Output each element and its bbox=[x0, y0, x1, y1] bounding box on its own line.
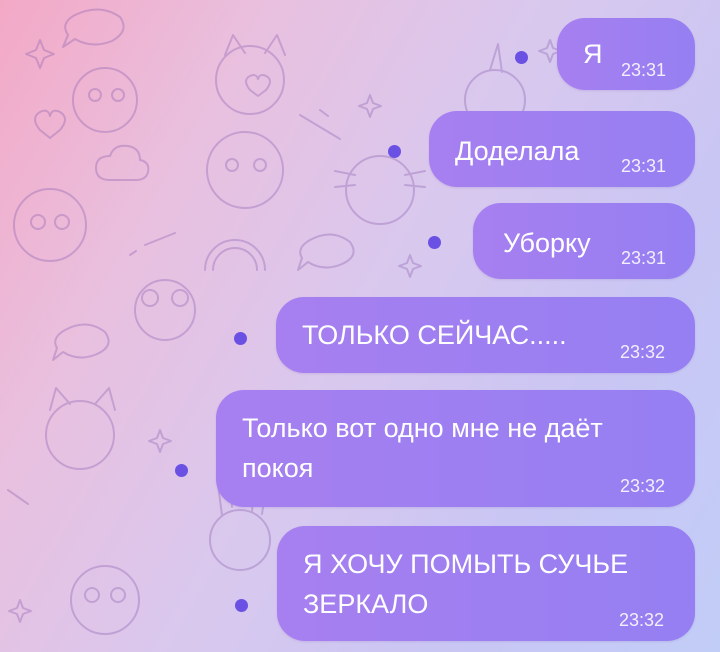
message-time: 23:31 bbox=[621, 156, 667, 176]
message-text: Доделала bbox=[455, 136, 580, 166]
message-text: Уборку bbox=[503, 228, 591, 258]
unread-dot bbox=[515, 51, 528, 64]
message-text: Только вот одно мне не даёт покоя bbox=[242, 413, 603, 483]
message-text: Я ХОЧУ ПОМЫТЬ СУЧЬЕ ЗЕРКАЛО bbox=[303, 549, 629, 619]
unread-dot bbox=[428, 236, 441, 249]
message-bubble[interactable]: Доделала 23:31 bbox=[429, 111, 695, 187]
message-bubble[interactable]: Уборку 23:31 bbox=[473, 203, 695, 279]
message-time: 23:32 bbox=[620, 342, 666, 362]
chat-message-list[interactable]: Я 23:31 Доделала 23:31 Уборку 23:31 ТОЛЬ… bbox=[0, 0, 720, 652]
message-bubble[interactable]: Я ХОЧУ ПОМЫТЬ СУЧЬЕ ЗЕРКАЛО 23:32 bbox=[277, 526, 695, 641]
message-time: 23:32 bbox=[620, 476, 666, 496]
message-time: 23:32 bbox=[619, 610, 665, 630]
message-bubble[interactable]: Я 23:31 bbox=[557, 18, 695, 90]
message-time: 23:31 bbox=[621, 60, 667, 80]
message-bubble[interactable]: Только вот одно мне не даёт покоя 23:32 bbox=[216, 390, 695, 507]
unread-dot bbox=[235, 599, 248, 612]
message-time: 23:31 bbox=[621, 248, 667, 268]
unread-dot bbox=[234, 332, 247, 345]
unread-dot bbox=[175, 464, 188, 477]
message-text: Я bbox=[583, 39, 603, 69]
unread-dot bbox=[388, 145, 401, 158]
message-text: ТОЛЬКО СЕЙЧАС..... bbox=[302, 320, 567, 350]
message-bubble[interactable]: ТОЛЬКО СЕЙЧАС..... 23:32 bbox=[276, 297, 695, 373]
